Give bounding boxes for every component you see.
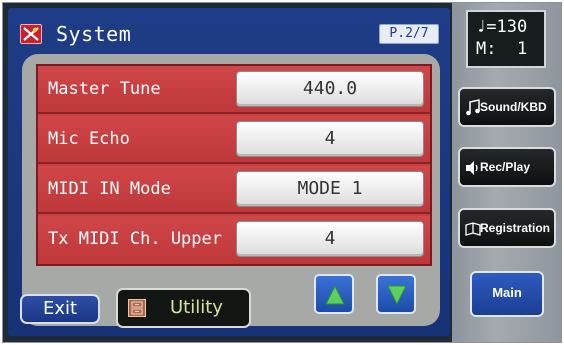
arrow-up-icon [325,285,345,305]
param-row-mic-echo: Mic Echo 4 [38,116,430,164]
rec-play-button[interactable]: Rec/Play [458,147,556,187]
param-value-button[interactable]: 4 [236,121,424,157]
param-label: Master Tune [48,79,161,99]
title-bar: System P.2/7 [8,8,450,54]
param-label: Tx MIDI Ch. Upper [48,229,222,249]
utility-label: Utility [170,297,223,318]
param-row-tx-midi-ch-upper: Tx MIDI Ch. Upper 4 [38,216,430,264]
arrow-down-icon [387,285,407,305]
param-row-master-tune: Master Tune 440.0 [38,66,430,114]
param-value-button[interactable]: 440.0 [236,71,424,107]
utility-icon [128,299,146,317]
param-label: MIDI IN Mode [48,179,171,199]
button-label: Registration [480,221,551,235]
page-indicator: P.2/7 [379,24,439,44]
exit-button[interactable]: Exit [20,294,100,324]
measure-label: M: [476,39,497,59]
param-row-midi-in-mode: MIDI IN Mode MODE 1 [38,166,430,214]
book-icon [465,222,481,236]
system-panel: System P.2/7 Master Tune 440.0 Mic Echo … [8,8,450,336]
param-value-button[interactable]: MODE 1 [236,171,424,207]
param-label: Mic Echo [48,129,130,149]
measure-value: 1 [516,39,528,59]
tempo-value: =130 [486,17,528,37]
system-icon [20,24,42,44]
quarter-note-icon: ♩ [476,17,487,37]
music-note-icon [466,99,480,116]
sound-kbd-button[interactable]: Sound/KBD [458,87,556,127]
param-value-button[interactable]: 4 [236,221,424,257]
registration-button[interactable]: Registration [458,208,556,248]
side-panel: ♩=130 M: 1 Sound/KBD Rec/Play Registrati… [452,3,561,342]
speaker-icon [466,161,478,175]
page-title: System [56,22,132,46]
button-label: Rec/Play [480,160,531,174]
scroll-up-button[interactable] [314,274,354,314]
parameter-list: Master Tune 440.0 Mic Echo 4 MIDI IN Mod… [36,64,432,266]
button-label: Sound/KBD [480,100,547,114]
main-button[interactable]: Main [470,271,544,317]
tempo-display: ♩=130 M: 1 [466,10,546,68]
utility-button[interactable]: Utility [116,288,251,328]
scroll-down-button[interactable] [376,274,416,314]
